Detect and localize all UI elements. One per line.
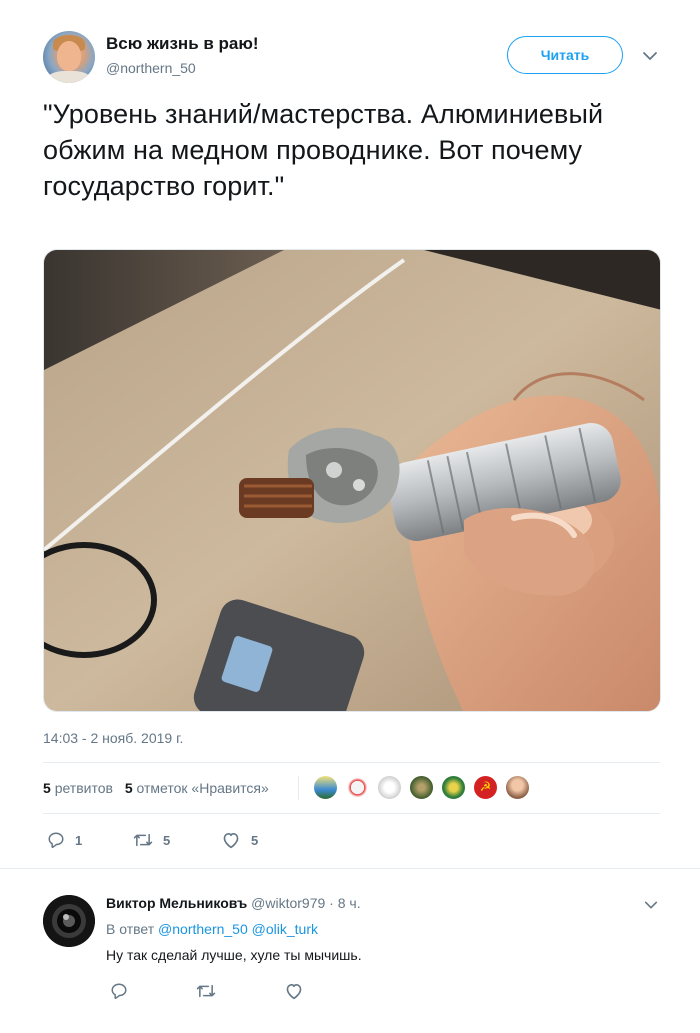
divider	[0, 868, 700, 869]
heart-icon[interactable]	[284, 982, 304, 1000]
reply-author-avatar[interactable]	[43, 895, 95, 947]
likes-stat[interactable]: 5 отметок «Нравится»	[125, 780, 269, 796]
chevron-down-icon[interactable]	[641, 47, 659, 65]
retweet-icon[interactable]	[196, 982, 216, 1000]
reply-author-line: Виктор Мельниковъ @wiktor979 · 8 ч.	[106, 895, 361, 911]
like-count: 5	[251, 832, 259, 848]
reply-text: Ну так сделай лучше, хуле ты мычишь.	[106, 947, 362, 963]
retweet-icon	[133, 833, 153, 847]
reply-prefix: В ответ	[106, 921, 155, 937]
likes-count: 5	[124, 780, 133, 796]
tweet-stats: 5 ретвитов 5 отметок «Нравится»	[43, 780, 277, 796]
follow-button[interactable]: Читать	[507, 36, 623, 74]
likes-label: отметок «Нравится»	[136, 780, 269, 796]
like-button[interactable]: 5	[221, 828, 258, 852]
reply-context: В ответ @northern_50 @olik_turk	[106, 921, 318, 937]
tweet-timestamp[interactable]: 14:03 - 2 нояб. 2019 г.	[43, 730, 183, 746]
divider	[43, 762, 660, 763]
mention-link[interactable]: @northern_50	[158, 921, 248, 937]
reply-author-name[interactable]: Виктор Мельниковъ	[106, 895, 247, 911]
retweets-label: ретвитов	[54, 780, 113, 796]
heart-icon	[223, 833, 239, 849]
liker-avatar[interactable]	[312, 774, 339, 801]
reply-icon[interactable]	[110, 982, 128, 1000]
chevron-down-icon[interactable]	[643, 897, 659, 913]
liker-avatar[interactable]	[504, 774, 531, 801]
author-avatar[interactable]	[43, 31, 95, 83]
liker-avatar[interactable]	[376, 774, 403, 801]
liker-avatar[interactable]	[408, 774, 435, 801]
retweets-stat[interactable]: 5 ретвитов	[43, 780, 113, 796]
retweet-count: 5	[163, 832, 171, 848]
tweet-photo[interactable]	[43, 249, 661, 712]
liker-avatar[interactable]	[440, 774, 467, 801]
liker-avatar[interactable]: ☭	[472, 774, 499, 801]
liker-avatar[interactable]	[344, 774, 371, 801]
stats-separator	[298, 776, 299, 800]
divider	[43, 813, 660, 814]
reply-author-handle[interactable]: @wiktor979	[251, 895, 325, 911]
reply-count: 1	[75, 832, 83, 848]
reply-button[interactable]: 1	[47, 828, 82, 852]
reply-time[interactable]: 8 ч.	[338, 895, 361, 911]
reply-separator: ·	[329, 895, 334, 911]
retweets-count: 5	[43, 780, 51, 796]
mention-link[interactable]: @olik_turk	[252, 921, 318, 937]
tweet-text: "Уровень знаний/мастерства. Алюминиевый …	[43, 99, 604, 201]
author-display-name[interactable]: Всю жизнь в раю!	[106, 34, 259, 54]
retweet-button[interactable]: 5	[133, 828, 170, 852]
author-handle[interactable]: @northern_50	[106, 60, 196, 76]
reply-icon	[48, 832, 64, 849]
